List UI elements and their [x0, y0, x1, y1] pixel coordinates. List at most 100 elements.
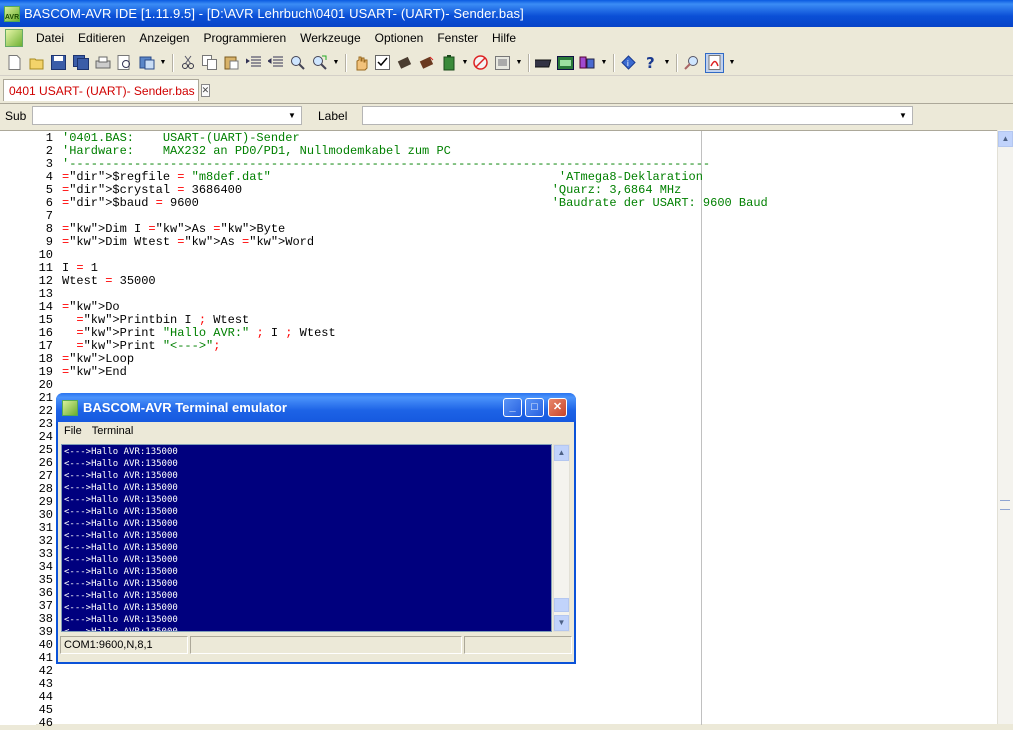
terminal-line: <--->Hallo AVR:135000: [64, 482, 178, 494]
menu-hilfe[interactable]: Hilfe: [485, 31, 523, 45]
terminal-line: <--->Hallo AVR:135000: [64, 554, 178, 566]
terminal-line: <--->Hallo AVR:135000: [64, 470, 178, 482]
code-text: ="dir">$baud = 9600 'Baudrate der USART:…: [62, 197, 768, 210]
save-icon[interactable]: [50, 54, 67, 72]
simulator-dropdown-arrow[interactable]: ▼: [516, 54, 522, 72]
indent-icon[interactable]: [245, 54, 262, 72]
info-icon[interactable]: i: [620, 54, 637, 72]
terminal-line: <--->Hallo AVR:135000: [64, 590, 178, 602]
svg-text:?: ?: [646, 55, 655, 70]
svg-text:i: i: [627, 59, 629, 68]
tab-0401-usart-sender[interactable]: 0401 USART- (UART)- Sender.bas ✕: [3, 79, 199, 101]
terminal-line: <--->Hallo AVR:135000: [64, 494, 178, 506]
menu-editieren[interactable]: Editieren: [71, 31, 132, 45]
sub-select[interactable]: ▼: [32, 106, 302, 125]
maximize-button[interactable]: □: [525, 398, 544, 417]
scrollbar-grip: [1000, 500, 1010, 510]
check-syntax-icon[interactable]: [374, 54, 391, 72]
unindent-icon[interactable]: [267, 54, 284, 72]
terminal-menu-terminal[interactable]: Terminal: [86, 425, 138, 437]
close-button[interactable]: ✕: [548, 398, 567, 417]
tab-label: 0401 USART- (UART)- Sender.bas: [9, 84, 195, 98]
terminal-line: <--->Hallo AVR:135000: [64, 614, 178, 626]
new-file-icon[interactable]: [6, 54, 23, 72]
scrollbar-thumb[interactable]: [554, 598, 569, 612]
toolbar-separator: [613, 54, 615, 72]
terminal-line: <--->Hallo AVR:135000: [64, 506, 178, 518]
pdf-icon[interactable]: [705, 53, 724, 73]
terminal-app-icon[interactable]: [62, 400, 78, 416]
menu-datei[interactable]: Datei: [29, 31, 71, 45]
toolbar-separator: [172, 54, 174, 72]
label-label: Label: [318, 109, 347, 123]
lcd-designer-icon[interactable]: [535, 54, 552, 72]
find-icon[interactable]: [289, 54, 306, 72]
program-chip-icon[interactable]: [418, 54, 435, 72]
sub-label: Sub: [5, 109, 26, 123]
scroll-up-icon[interactable]: ▲: [554, 445, 569, 461]
bascom-app-icon[interactable]: AVR: [4, 6, 20, 22]
compile-dropdown-arrow[interactable]: ▼: [160, 54, 166, 72]
find-next-icon[interactable]: [311, 54, 328, 72]
terminal-output[interactable]: <--->Hallo AVR:135000 <--->Hallo AV…: [61, 444, 552, 632]
program-dropdown-arrow[interactable]: ▼: [462, 54, 468, 72]
terminal-line: <--->Hallo AVR:135000: [64, 578, 178, 590]
menu-bar: Datei Editieren Anzeigen Programmieren W…: [0, 27, 1013, 49]
print-preview-icon[interactable]: [116, 54, 133, 72]
terminal-icon[interactable]: [579, 54, 596, 72]
toolbar: ▼ ▼ ▼ ▼ ▼ i ? ▼ ▼: [0, 50, 1013, 76]
document-system-menu-icon[interactable]: [5, 29, 23, 47]
code-text: ="kw">End: [62, 366, 127, 379]
hand-icon[interactable]: [352, 54, 369, 72]
terminal-title-bar[interactable]: BASCOM-AVR Terminal emulator _ □ ✕: [56, 393, 576, 422]
terminal-menu-file[interactable]: File: [58, 425, 86, 437]
menu-programmieren[interactable]: Programmieren: [196, 31, 293, 45]
minimize-button[interactable]: _: [503, 398, 522, 417]
tools-dropdown-arrow[interactable]: ▼: [601, 54, 607, 72]
help-icon[interactable]: ?: [642, 54, 659, 72]
print-icon[interactable]: [94, 54, 111, 72]
find-dropdown-arrow[interactable]: ▼: [333, 54, 339, 72]
terminal-line: <--->Hallo AVR:135000: [64, 518, 178, 530]
document-tab-strip: 0401 USART- (UART)- Sender.bas ✕: [0, 77, 1013, 104]
battery-icon[interactable]: [440, 54, 457, 72]
zoom-icon[interactable]: [683, 54, 700, 72]
close-tab-icon[interactable]: ✕: [201, 84, 211, 97]
code-text: Wtest = 35000: [62, 275, 156, 288]
code-text: ="kw">Dim Wtest ="kw">As ="kw">Word: [62, 236, 314, 249]
cut-icon[interactable]: [179, 54, 196, 72]
toolbar-separator: [528, 54, 530, 72]
terminal-line: <--->Hallo AVR:135000: [64, 602, 178, 614]
toolbar-separator: [345, 54, 347, 72]
compile-icon[interactable]: [138, 54, 155, 72]
open-file-icon[interactable]: [28, 54, 45, 72]
window-title: BASCOM-AVR IDE [1.11.9.5] - [D:\AVR Lehr…: [24, 6, 524, 21]
paste-icon[interactable]: [223, 54, 240, 72]
editor-vertical-scrollbar[interactable]: ▲: [997, 130, 1013, 724]
terminal-title: BASCOM-AVR Terminal emulator: [83, 400, 287, 415]
copy-icon[interactable]: [201, 54, 218, 72]
menu-werkzeuge[interactable]: Werkzeuge: [293, 31, 367, 45]
save-all-icon[interactable]: [72, 54, 89, 72]
chevron-down-icon[interactable]: ▼: [285, 108, 299, 123]
pdf-dropdown-arrow[interactable]: ▼: [729, 54, 735, 72]
help-dropdown-arrow[interactable]: ▼: [664, 54, 670, 72]
chevron-down-icon[interactable]: ▼: [896, 108, 910, 123]
terminal-line: <--->Hallo AVR:135000: [64, 446, 178, 458]
stop-icon[interactable]: [472, 54, 489, 72]
com-port-status: COM1:9600,N,8,1: [60, 636, 188, 654]
lcd-icon[interactable]: [557, 54, 574, 72]
simulator-icon[interactable]: [494, 54, 511, 72]
menu-anzeigen[interactable]: Anzeigen: [132, 31, 196, 45]
terminal-line: <--->Hallo AVR:135000: [64, 566, 178, 578]
app-icon-text: AVR: [5, 14, 19, 21]
right-margin-line: [701, 131, 702, 725]
label-select[interactable]: ▼: [362, 106, 913, 125]
menu-fenster[interactable]: Fenster: [430, 31, 485, 45]
terminal-line: <--->Hallo AVR:135000: [64, 626, 178, 632]
scroll-up-icon[interactable]: ▲: [998, 131, 1013, 147]
chip-icon[interactable]: [396, 54, 413, 72]
terminal-vertical-scrollbar[interactable]: ▲ ▼: [553, 444, 570, 632]
scroll-down-icon[interactable]: ▼: [554, 615, 569, 631]
menu-optionen[interactable]: Optionen: [368, 31, 431, 45]
